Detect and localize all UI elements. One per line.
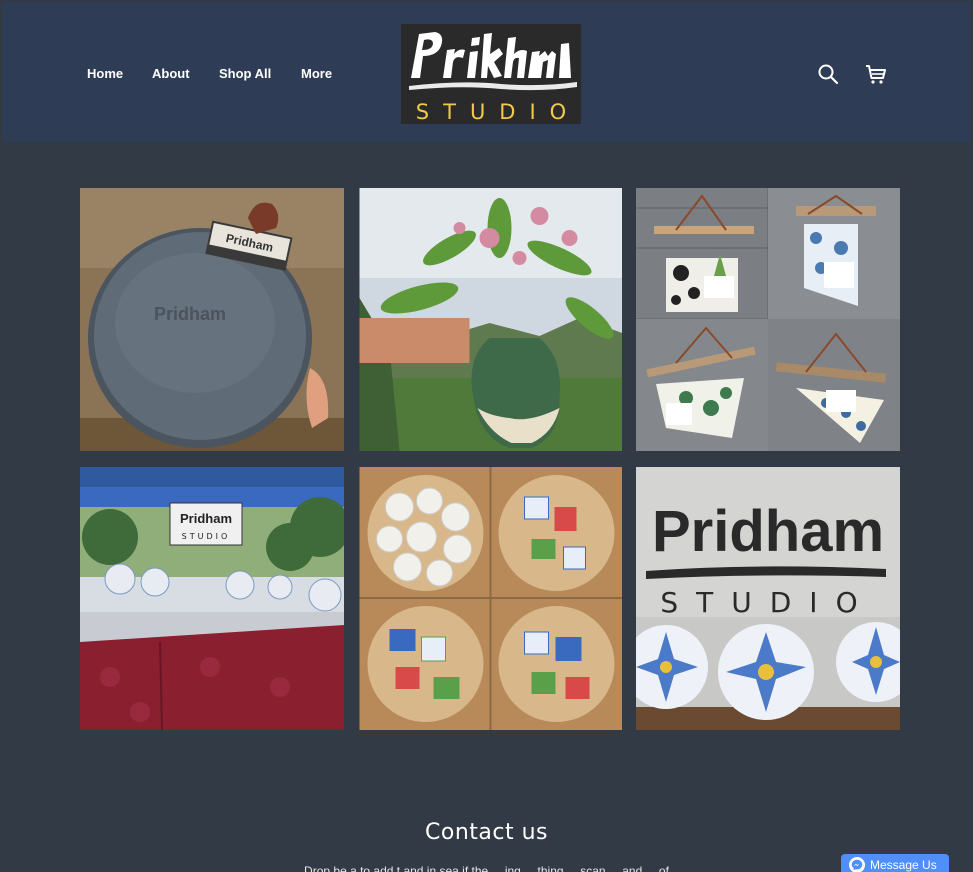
gallery-image-vase[interactable] [359,188,622,451]
logo-wordmark [409,32,577,91]
gallery-image-stamp[interactable]: Pridham Pridham [80,188,344,451]
booth-sign-subtitle: STUDIO [182,532,231,541]
nav-more[interactable]: More [301,66,351,81]
messenger-icon [849,857,865,872]
booth-sign-wordmark: Pridham [180,511,232,526]
wall-sign-wordmark: Pridham [652,499,884,564]
wall-sign-subtitle: STUDIO [660,586,875,619]
cart-icon[interactable] [864,62,888,86]
main-nav: Home About Shop All More [87,66,351,81]
gallery-image-planters[interactable] [636,188,900,451]
contact-subtitle: Drop be a to add t and in sea if the ...… [304,864,669,872]
nav-shop-all[interactable]: Shop All [219,66,301,81]
search-icon[interactable] [816,62,840,86]
nav-about[interactable]: About [152,66,219,81]
messenger-label: Message Us [870,858,937,872]
photo-gallery: Pridham Pridham Pridham STUDIO Pridham S… [80,188,900,730]
logo-subtitle: STUDIO [415,100,581,124]
gallery-image-sign[interactable]: Pridham STUDIO [636,467,900,730]
site-header: Home About Shop All More STUDIO [3,2,970,142]
gallery-image-tiles[interactable] [359,467,622,730]
site-logo[interactable]: STUDIO [401,24,581,124]
nav-home[interactable]: Home [87,66,152,81]
svg-text:Pridham: Pridham [154,304,226,324]
gallery-image-booth[interactable]: Pridham STUDIO [80,467,344,730]
contact-heading: Contact us [425,820,548,845]
messenger-button[interactable]: Message Us [841,854,949,872]
